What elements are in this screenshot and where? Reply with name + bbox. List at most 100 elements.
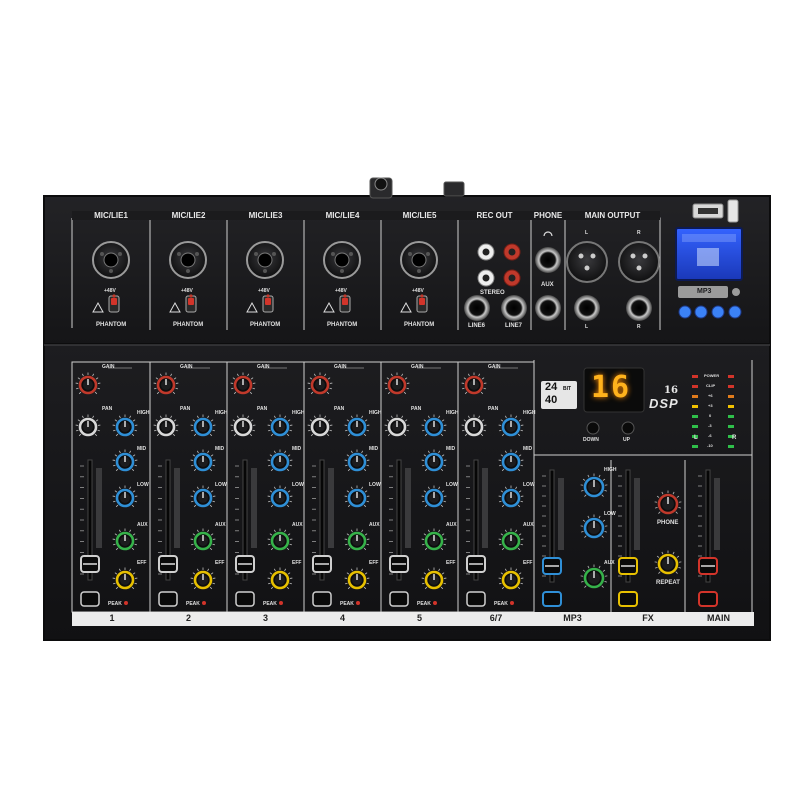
pan-label-5: PAN xyxy=(411,406,422,412)
meter-led-r xyxy=(728,445,734,448)
mid-label-2: MID xyxy=(215,446,225,452)
play-pause-button xyxy=(678,305,692,319)
channel-number-3: 3 xyxy=(262,613,268,623)
channel-number-67: 6/7 xyxy=(489,613,503,623)
gain-label-2: GAIN xyxy=(180,364,193,370)
low-label-3: LOW xyxy=(292,482,304,488)
high-label-1: HIGH xyxy=(137,410,150,416)
channel-button-2[interactable] xyxy=(158,591,178,607)
main-trs-right xyxy=(626,295,652,321)
prev-button xyxy=(694,305,708,319)
combo-jack-4[interactable] xyxy=(323,241,361,279)
rec-out-label: REC OUT xyxy=(458,211,531,220)
input-label-2: MIC/LIE2 xyxy=(150,211,227,220)
phone-label: PHONE xyxy=(531,211,565,220)
phantom-voltage-5: +48V xyxy=(412,288,424,294)
combo-jack-2[interactable] xyxy=(169,241,207,279)
meter-r-label: R xyxy=(732,435,737,441)
main-output-label: MAIN OUTPUT xyxy=(565,211,660,220)
peak-led-5 xyxy=(433,601,437,605)
dsp-preset-count: 16 xyxy=(664,385,678,396)
meter-led-l xyxy=(692,385,698,388)
phantom-voltage-2: +48V xyxy=(181,288,193,294)
input-label-1: MIC/LIE1 xyxy=(72,211,150,220)
channel-number-5: 5 xyxy=(416,613,422,623)
phantom-switch-4[interactable] xyxy=(339,295,351,313)
gain-label-1: GAIN xyxy=(102,364,115,370)
channel-button-3[interactable] xyxy=(235,591,255,607)
down-label: DOWN xyxy=(583,437,599,443)
fx-phone-label: PHONE xyxy=(657,520,679,526)
phantom-label-4: PHANTOM xyxy=(327,322,358,328)
phantom-label-5: PHANTOM xyxy=(404,322,435,328)
meter-led-l xyxy=(692,445,698,448)
input-label-5: MIC/LIE5 xyxy=(381,211,458,220)
phantom-switch-1[interactable] xyxy=(108,295,120,313)
phantom-switch-2[interactable] xyxy=(185,295,197,313)
meter-led-r xyxy=(728,395,734,398)
channel-number-4: 4 xyxy=(339,613,345,623)
channel-button-1[interactable] xyxy=(80,591,100,607)
peak-led-3 xyxy=(279,601,283,605)
peak-led-1 xyxy=(124,601,128,605)
dsp-readout: 16 xyxy=(591,370,632,405)
dsp-logo: DSP xyxy=(649,396,679,411)
main-button[interactable] xyxy=(698,591,718,607)
meter-led-l xyxy=(692,425,698,428)
peak-led-6 xyxy=(510,601,514,605)
combo-jack-3[interactable] xyxy=(246,241,284,279)
aux-label-5: AUX xyxy=(446,522,457,528)
channel-button-5[interactable] xyxy=(389,591,409,607)
gain-label-4: GAIN xyxy=(334,364,347,370)
trs-right-label: R xyxy=(637,324,641,330)
mid-label-4: MID xyxy=(369,446,379,452)
aux-label-1: AUX xyxy=(137,522,148,528)
pan-label-6: PAN xyxy=(488,406,499,412)
combo-jack-1[interactable] xyxy=(92,241,130,279)
line6-label: LINE6 xyxy=(468,323,486,329)
phantom-voltage-1: +48V xyxy=(104,288,116,294)
aux-label-2: AUX xyxy=(215,522,226,528)
phantom-switch-5[interactable] xyxy=(416,295,428,313)
phantom-switch-3[interactable] xyxy=(262,295,274,313)
fx-button[interactable] xyxy=(618,591,638,607)
eff-label-5: EFF xyxy=(446,560,456,566)
meter-label-clip: CLIP xyxy=(706,383,716,388)
phantom-label-1: PHANTOM xyxy=(96,322,127,328)
meter-label-0: 0 xyxy=(709,413,712,418)
up-label: UP xyxy=(623,437,630,443)
up-button xyxy=(621,421,635,435)
aux-label-4: AUX xyxy=(369,522,380,528)
channel-button-4[interactable] xyxy=(312,591,332,607)
eff-label-4: EFF xyxy=(369,560,379,566)
low-label-5: LOW xyxy=(446,482,458,488)
peak-label-2: PEAK xyxy=(186,601,200,607)
mid-label-5: MID xyxy=(446,446,456,452)
down-button xyxy=(586,421,600,435)
meter-led-r xyxy=(728,415,734,418)
line7-jack xyxy=(501,295,527,321)
phone-jack xyxy=(535,247,561,273)
peak-label-3: PEAK xyxy=(263,601,277,607)
meter-led-l xyxy=(692,375,698,378)
input-label-4: MIC/LIE4 xyxy=(304,211,381,220)
line7-label: LINE7 xyxy=(505,323,523,329)
pan-label-3: PAN xyxy=(257,406,268,412)
gain-label-3: GAIN xyxy=(257,364,270,370)
mp3-button[interactable] xyxy=(542,591,562,607)
combo-jack-5[interactable] xyxy=(400,241,438,279)
meter-led-r xyxy=(728,425,734,428)
meter-label-power: POWER xyxy=(704,373,720,378)
pan-label-1: PAN xyxy=(102,406,113,412)
gain-label-6: GAIN xyxy=(488,364,501,370)
phantom-voltage-4: +48V xyxy=(335,288,347,294)
input-label-3: MIC/LIE3 xyxy=(227,211,304,220)
low-label-2: LOW xyxy=(215,482,227,488)
peak-led-2 xyxy=(202,601,206,605)
meter-led-r xyxy=(728,385,734,388)
low-label-4: LOW xyxy=(369,482,381,488)
high-label-3: HIGH xyxy=(292,410,305,416)
trs-left-label: L xyxy=(585,324,589,330)
bus-label-main: MAIN xyxy=(707,613,730,623)
channel-button-6[interactable] xyxy=(466,591,486,607)
